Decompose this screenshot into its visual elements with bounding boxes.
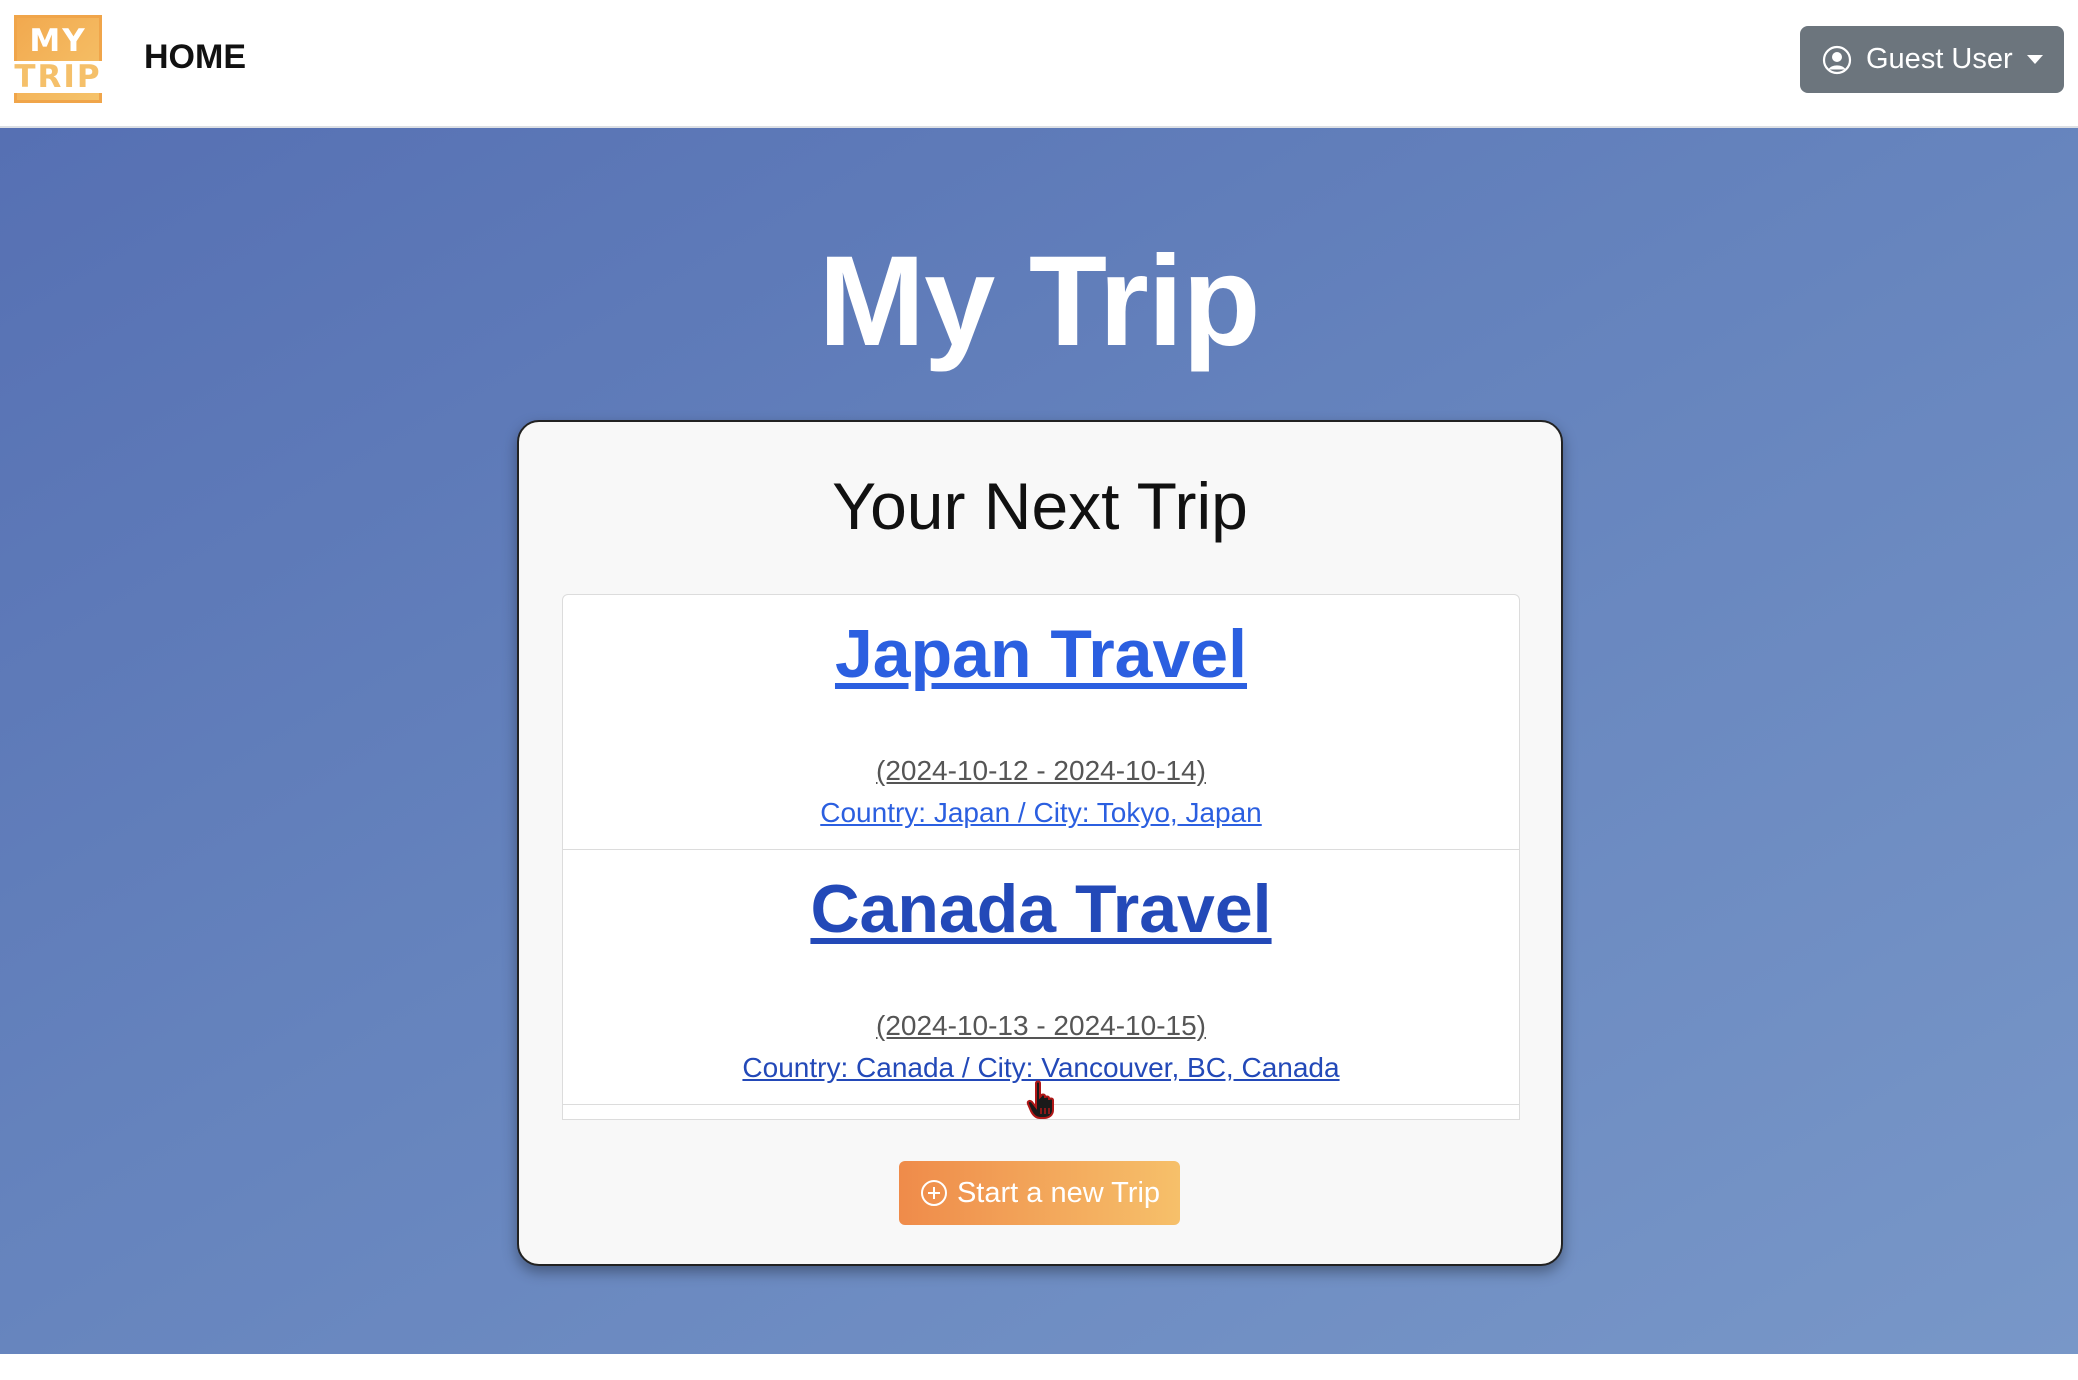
- footer-strip: [0, 1354, 2078, 1380]
- plus-circle-icon: [920, 1180, 947, 1206]
- trip-list[interactable]: Japan Travel (2024-10-12 - 2024-10-14) C…: [562, 594, 1520, 1120]
- trip-dates-link[interactable]: (2024-10-13 - 2024-10-15): [563, 1010, 1519, 1042]
- top-navbar: MY TRIP HOME Guest User: [0, 0, 2078, 128]
- list-item: Japan Travel (2024-10-12 - 2024-10-14) C…: [563, 595, 1519, 850]
- caret-down-icon: [2026, 55, 2043, 64]
- logo-text-top: MY: [29, 22, 87, 59]
- nav-home-link[interactable]: HOME: [144, 38, 246, 77]
- user-label: Guest User: [1866, 43, 2013, 75]
- hero-section: My Trip Your Next Trip Japan Travel (202…: [0, 128, 2078, 1354]
- page-title: My Trip: [818, 230, 1260, 373]
- list-item: Canada Travel (2024-10-13 - 2024-10-15) …: [563, 850, 1519, 1105]
- hand-pointer-icon: [1026, 1080, 1054, 1119]
- trip-name-link[interactable]: Japan Travel: [563, 615, 1519, 693]
- person-circle-icon: [1822, 45, 1852, 74]
- next-trip-card: Your Next Trip Japan Travel (2024-10-12 …: [517, 420, 1563, 1266]
- card-title: Your Next Trip: [832, 469, 1248, 543]
- mytrip-logo[interactable]: MY TRIP: [12, 15, 104, 103]
- logo-text-bottom: TRIP: [12, 58, 104, 95]
- trip-dates-link[interactable]: (2024-10-12 - 2024-10-14): [563, 755, 1519, 787]
- start-new-trip-label: Start a new Trip: [956, 1176, 1161, 1209]
- trip-name-link[interactable]: Canada Travel: [563, 870, 1519, 948]
- guest-user-dropdown-button[interactable]: Guest User: [1800, 26, 2064, 93]
- start-new-trip-button[interactable]: Start a new Trip: [899, 1161, 1180, 1225]
- trip-location-link[interactable]: Country: Japan / City: Tokyo, Japan: [563, 797, 1519, 829]
